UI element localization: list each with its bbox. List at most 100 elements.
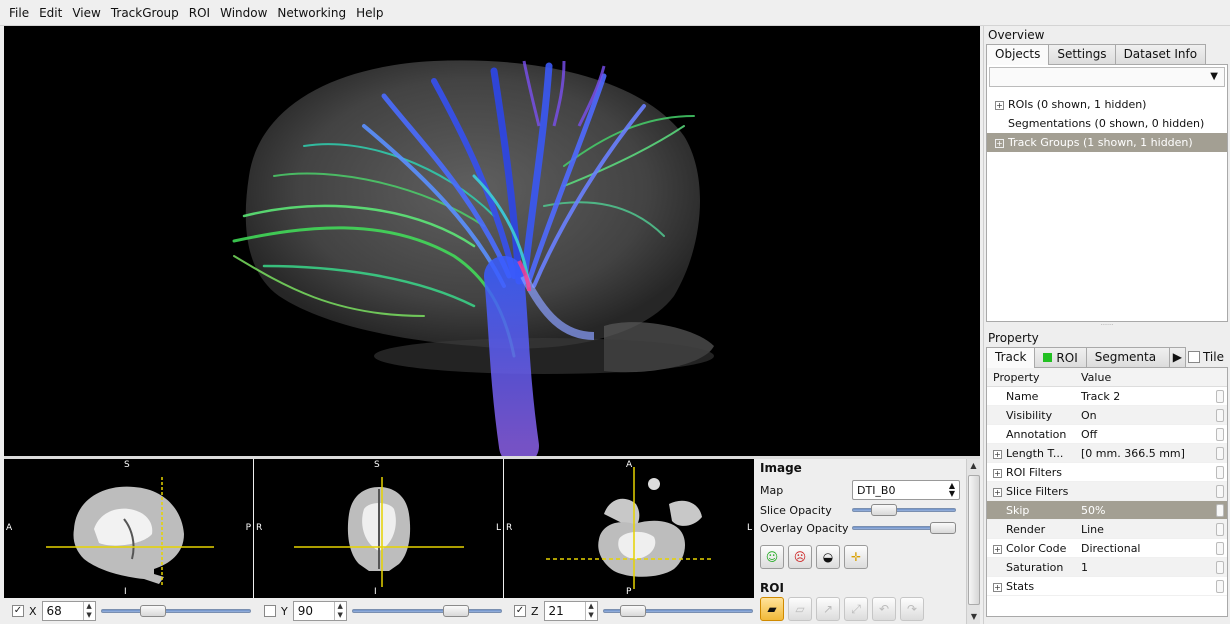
y-axis-label: Y [281,604,288,618]
expand-icon[interactable]: + [993,449,1002,459]
axial-slice-view[interactable]: A P R L [504,459,754,598]
roi-move-button[interactable]: ↗ [816,597,840,621]
roi-layer-button[interactable]: ▱ [788,597,812,621]
property-row[interactable]: + Slice Filters [987,482,1227,501]
remove-head-view-button[interactable]: ☹ [788,545,812,569]
property-value[interactable]: [0 mm. 366.5 mm] [1077,444,1216,462]
tile-toggle[interactable]: Tile [1185,347,1224,367]
z-slice-slider[interactable] [602,605,753,617]
tile-checkbox[interactable] [1187,351,1200,363]
tab-settings[interactable]: Settings [1048,44,1116,64]
y-slider-handle[interactable] [443,605,470,617]
undo-icon: ↶ [878,602,890,616]
z-slider-handle[interactable] [620,605,647,617]
property-rows: Name Track 2 Visibility On Annotation Off + Len… [987,387,1227,596]
row-grip-icon [1216,580,1224,593]
y-slice-checkbox[interactable] [264,605,276,617]
slice-opacity-handle[interactable] [870,504,897,516]
coronal-slice-view[interactable]: S I R L [254,459,503,598]
property-value[interactable]: Track 2 [1077,387,1216,405]
property-row[interactable]: + Length T... [0 mm. 366.5 mm] [987,444,1227,463]
property-value[interactable]: On [1077,406,1216,424]
menu-help[interactable]: Help [351,0,388,26]
property-row[interactable]: + ROI Filters [987,463,1227,482]
expand-icon[interactable]: + [995,100,1004,110]
z-spin-arrows-icon[interactable]: ▲ ▼ [584,602,597,620]
property-row[interactable]: Render Line [987,520,1227,539]
scroll-down-icon[interactable]: ▼ [967,610,981,624]
property-value[interactable] [1077,463,1216,481]
y-slice-spinbox[interactable]: 90 ▲ ▼ [292,601,347,621]
slice-opacity-slider[interactable] [852,504,956,516]
property-key-label: ROI Filters [1006,466,1063,479]
y-spin-arrows-icon[interactable]: ▲ ▼ [333,602,346,620]
overlay-opacity-slider[interactable] [852,522,956,534]
x-slice-checkbox[interactable]: ✓ [12,605,24,617]
tab-segmentation[interactable]: Segmenta [1085,347,1170,367]
menu-view[interactable]: View [67,0,105,26]
property-value[interactable]: Off [1077,425,1216,443]
property-row[interactable]: Visibility On [987,406,1227,425]
menu-trackgroup[interactable]: TrackGroup [106,0,184,26]
sagittal-slice-view[interactable]: S I A P [4,459,253,598]
property-row[interactable]: + Color Code Directional [987,539,1227,558]
property-value[interactable]: Line [1077,520,1216,538]
scrollbar-thumb[interactable] [968,475,980,605]
tab-scroll-right[interactable]: ▶ [1168,347,1186,367]
crosshair-button[interactable]: ✛ [844,545,868,569]
menu-window[interactable]: Window [215,0,272,26]
menu-edit[interactable]: Edit [34,0,67,26]
property-value[interactable]: Directional [1077,539,1216,557]
x-spin-arrows-icon[interactable]: ▲ ▼ [82,602,95,620]
axial-label-top: A [626,460,633,470]
3d-render-view[interactable] [4,26,980,456]
x-slice-spinbox[interactable]: 68 ▲ ▼ [41,601,96,621]
scroll-up-icon[interactable]: ▲ [967,459,980,473]
property-value[interactable]: 50% [1077,501,1216,519]
property-row[interactable]: + Stats [987,577,1227,596]
expand-icon[interactable]: + [993,487,1002,497]
property-row[interactable]: Annotation Off [987,425,1227,444]
row-grip-icon [1216,561,1224,574]
menu-file[interactable]: File [4,0,34,26]
overview-title: Overview [988,28,1045,42]
expand-icon[interactable]: + [993,468,1002,478]
overlay-opacity-label: Overlay Opacity [760,521,849,535]
roi-draw-button[interactable]: ▰ [760,597,784,621]
y-slice-value: 90 [297,604,314,618]
roi-resize-button[interactable]: ⤢ [844,597,868,621]
expand-icon[interactable]: + [995,138,1004,148]
x-slider-handle[interactable] [140,605,167,617]
overlay-opacity-handle[interactable] [929,522,956,534]
add-head-view-button[interactable]: ☺ [760,545,784,569]
x-slice-slider[interactable] [100,605,251,617]
tab-objects[interactable]: Objects [986,44,1050,65]
property-key: Name [987,387,1077,405]
z-slice-checkbox[interactable]: ✓ [514,605,526,617]
property-value[interactable] [1077,482,1216,500]
property-row[interactable]: Name Track 2 [987,387,1227,406]
z-slice-spinbox[interactable]: 21 ▲ ▼ [543,601,598,621]
menu-networking[interactable]: Networking [272,0,351,26]
expand-icon[interactable]: + [993,544,1002,554]
tree-item-track-groups[interactable]: + Track Groups (1 shown, 1 hidden) [987,133,1227,152]
redo-button[interactable]: ↷ [900,597,924,621]
tab-roi[interactable]: ROI [1034,347,1087,367]
property-row[interactable]: Saturation 1 [987,558,1227,577]
objects-filter-dropdown[interactable]: ▼ [989,67,1225,87]
panel-scrollbar[interactable]: ▲ ▼ [966,459,980,624]
map-select[interactable]: DTI_B0 ▲ ▼ [852,480,960,500]
image-control-panel: Image Map DTI_B0 ▲ ▼ Slice Opacity Overla… [756,459,966,624]
tab-track[interactable]: Track [986,347,1036,368]
undo-button[interactable]: ↶ [872,597,896,621]
property-value[interactable]: 1 [1077,558,1216,576]
tree-item-rois[interactable]: + ROIs (0 shown, 1 hidden) [987,95,1227,114]
tree-item-segmentations[interactable]: Segmentations (0 shown, 0 hidden) [987,114,1227,133]
y-slice-slider[interactable] [351,605,502,617]
tab-dataset-info[interactable]: Dataset Info [1114,44,1207,64]
menu-roi[interactable]: ROI [184,0,215,26]
expand-icon[interactable]: + [993,582,1002,592]
property-value[interactable] [1077,577,1216,595]
brain-view-button[interactable]: ◒ [816,545,840,569]
property-row[interactable]: Skip 50% [987,501,1227,520]
